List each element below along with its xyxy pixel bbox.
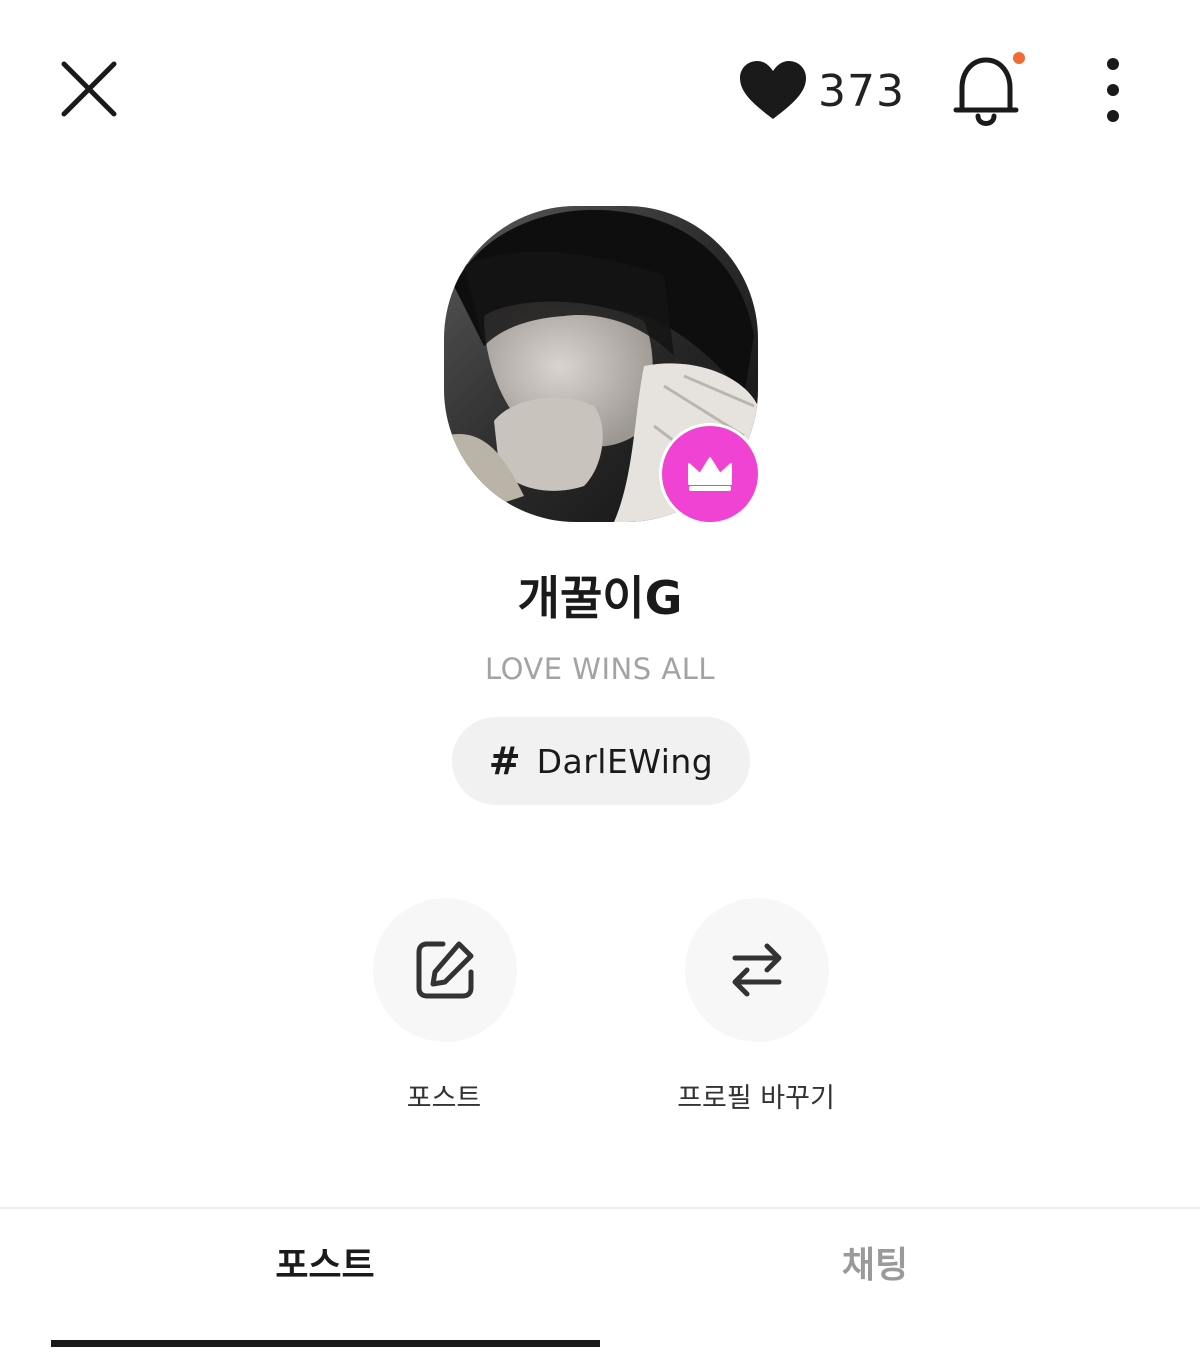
tab-posts[interactable]: 포스트 xyxy=(25,1236,625,1288)
tab-divider xyxy=(0,1207,1200,1209)
close-button[interactable] xyxy=(56,56,122,122)
like-button[interactable]: 373 xyxy=(738,58,905,124)
like-count: 373 xyxy=(818,65,905,117)
crown-icon xyxy=(688,457,732,491)
write-post-label: 포스트 xyxy=(406,1083,482,1114)
switch-profile-label: 프로필 바꾸기 xyxy=(677,1083,835,1114)
hashtag-icon: # xyxy=(488,739,521,783)
write-post-button[interactable] xyxy=(373,898,517,1042)
hashtag-chip[interactable]: # DarlEWing xyxy=(452,717,750,805)
switch-profile-button[interactable] xyxy=(685,898,829,1042)
edit-icon xyxy=(416,941,474,999)
tab-chat[interactable]: 채팅 xyxy=(575,1236,1175,1288)
hashtag-label: DarlEWing xyxy=(536,741,714,781)
bell-icon xyxy=(953,57,1019,126)
heart-icon xyxy=(740,61,806,119)
notifications-button[interactable] xyxy=(950,52,1022,132)
crown-badge xyxy=(662,426,758,522)
profile-bio: LOVE WINS ALL xyxy=(484,652,716,686)
more-vertical-icon xyxy=(1107,58,1119,122)
swap-icon xyxy=(732,943,782,997)
close-icon xyxy=(61,61,117,117)
profile-name: 개꿀이G xyxy=(517,571,683,625)
more-options-button[interactable] xyxy=(1094,54,1132,126)
notification-dot xyxy=(1013,52,1025,64)
active-tab-indicator xyxy=(51,1340,600,1347)
